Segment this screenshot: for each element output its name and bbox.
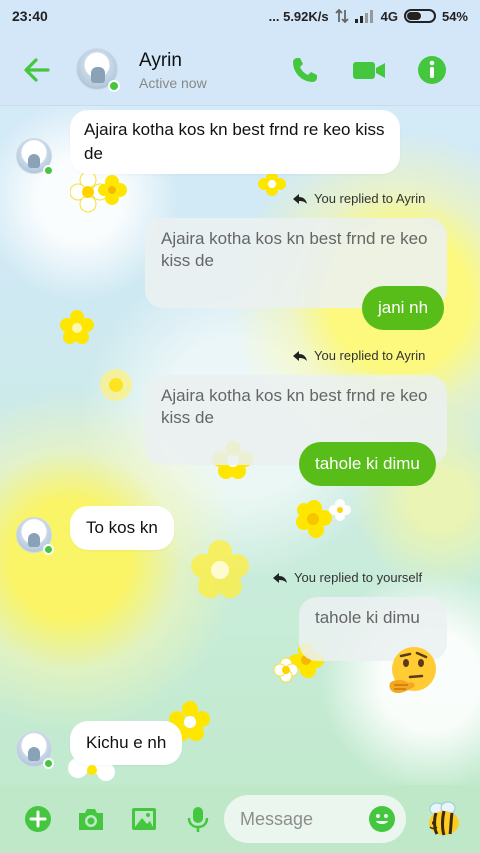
status-time: 23:40 [12,8,48,24]
signal-strength-icon [354,10,373,23]
contact-name[interactable]: Ayrin [139,50,182,72]
info-icon[interactable] [417,55,447,85]
reply-arrow-icon [273,572,287,583]
status-indicators: ... 5.92K/s 4G 54% [269,9,468,24]
reply-label-text: You replied to yourself [294,570,423,585]
flower-decoration [258,172,286,196]
reply-label-text: You replied to Ayrin [314,348,426,363]
emoji-icon[interactable] [368,805,396,833]
network-type: 4G [380,8,398,24]
back-arrow-icon[interactable] [22,56,52,84]
battery-fill [406,12,421,20]
battery-icon [403,9,436,23]
bee-sticker-icon[interactable] [424,799,464,839]
online-indicator [43,544,54,555]
reply-label: You replied to Ayrin [292,191,425,206]
thinking-face-emoji[interactable] [386,645,438,697]
reply-label: You replied to yourself [272,570,422,585]
message-input[interactable]: Message [224,795,406,843]
flower-decoration [100,369,132,401]
contact-status: Active now [139,75,207,91]
online-indicator [108,80,120,92]
flower-decoration [60,310,94,344]
reply-arrow-icon [293,193,307,204]
video-camera-icon[interactable] [352,55,386,85]
message-placeholder: Message [240,809,314,829]
phone-icon[interactable] [290,55,320,85]
microphone-icon[interactable] [184,805,212,833]
flower-decoration [296,499,351,538]
contact-avatar[interactable] [16,138,54,176]
image-icon[interactable] [130,805,158,833]
contact-avatar[interactable] [76,48,120,92]
data-transfer-icon [334,9,349,23]
online-indicator [43,758,54,769]
reply-label: You replied to Ayrin [292,348,425,363]
plus-icon[interactable] [24,805,52,833]
outgoing-message[interactable]: jani nh [362,286,445,330]
incoming-message[interactable]: Ajaira kotha kos kn best frnd re keo kis… [70,110,400,174]
incoming-message[interactable]: To kos kn [70,506,174,550]
conversation-header: Ayrin Active now [0,32,480,106]
flower-decoration [191,540,249,598]
network-speed: ... 5.92K/s [268,8,329,24]
flower-decoration [70,171,127,213]
camera-icon[interactable] [76,805,106,833]
contact-avatar[interactable] [16,517,54,555]
incoming-message[interactable]: Kichu e nh [70,721,183,765]
battery-percent: 54% [441,8,468,24]
status-bar: 23:40 ... 5.92K/s 4G 54% [0,0,480,32]
reply-label-text: You replied to Ayrin [314,191,426,206]
reply-arrow-icon [293,350,307,361]
contact-avatar[interactable] [16,731,54,769]
online-indicator [43,165,54,176]
outgoing-message[interactable]: tahole ki dimu [299,442,436,486]
